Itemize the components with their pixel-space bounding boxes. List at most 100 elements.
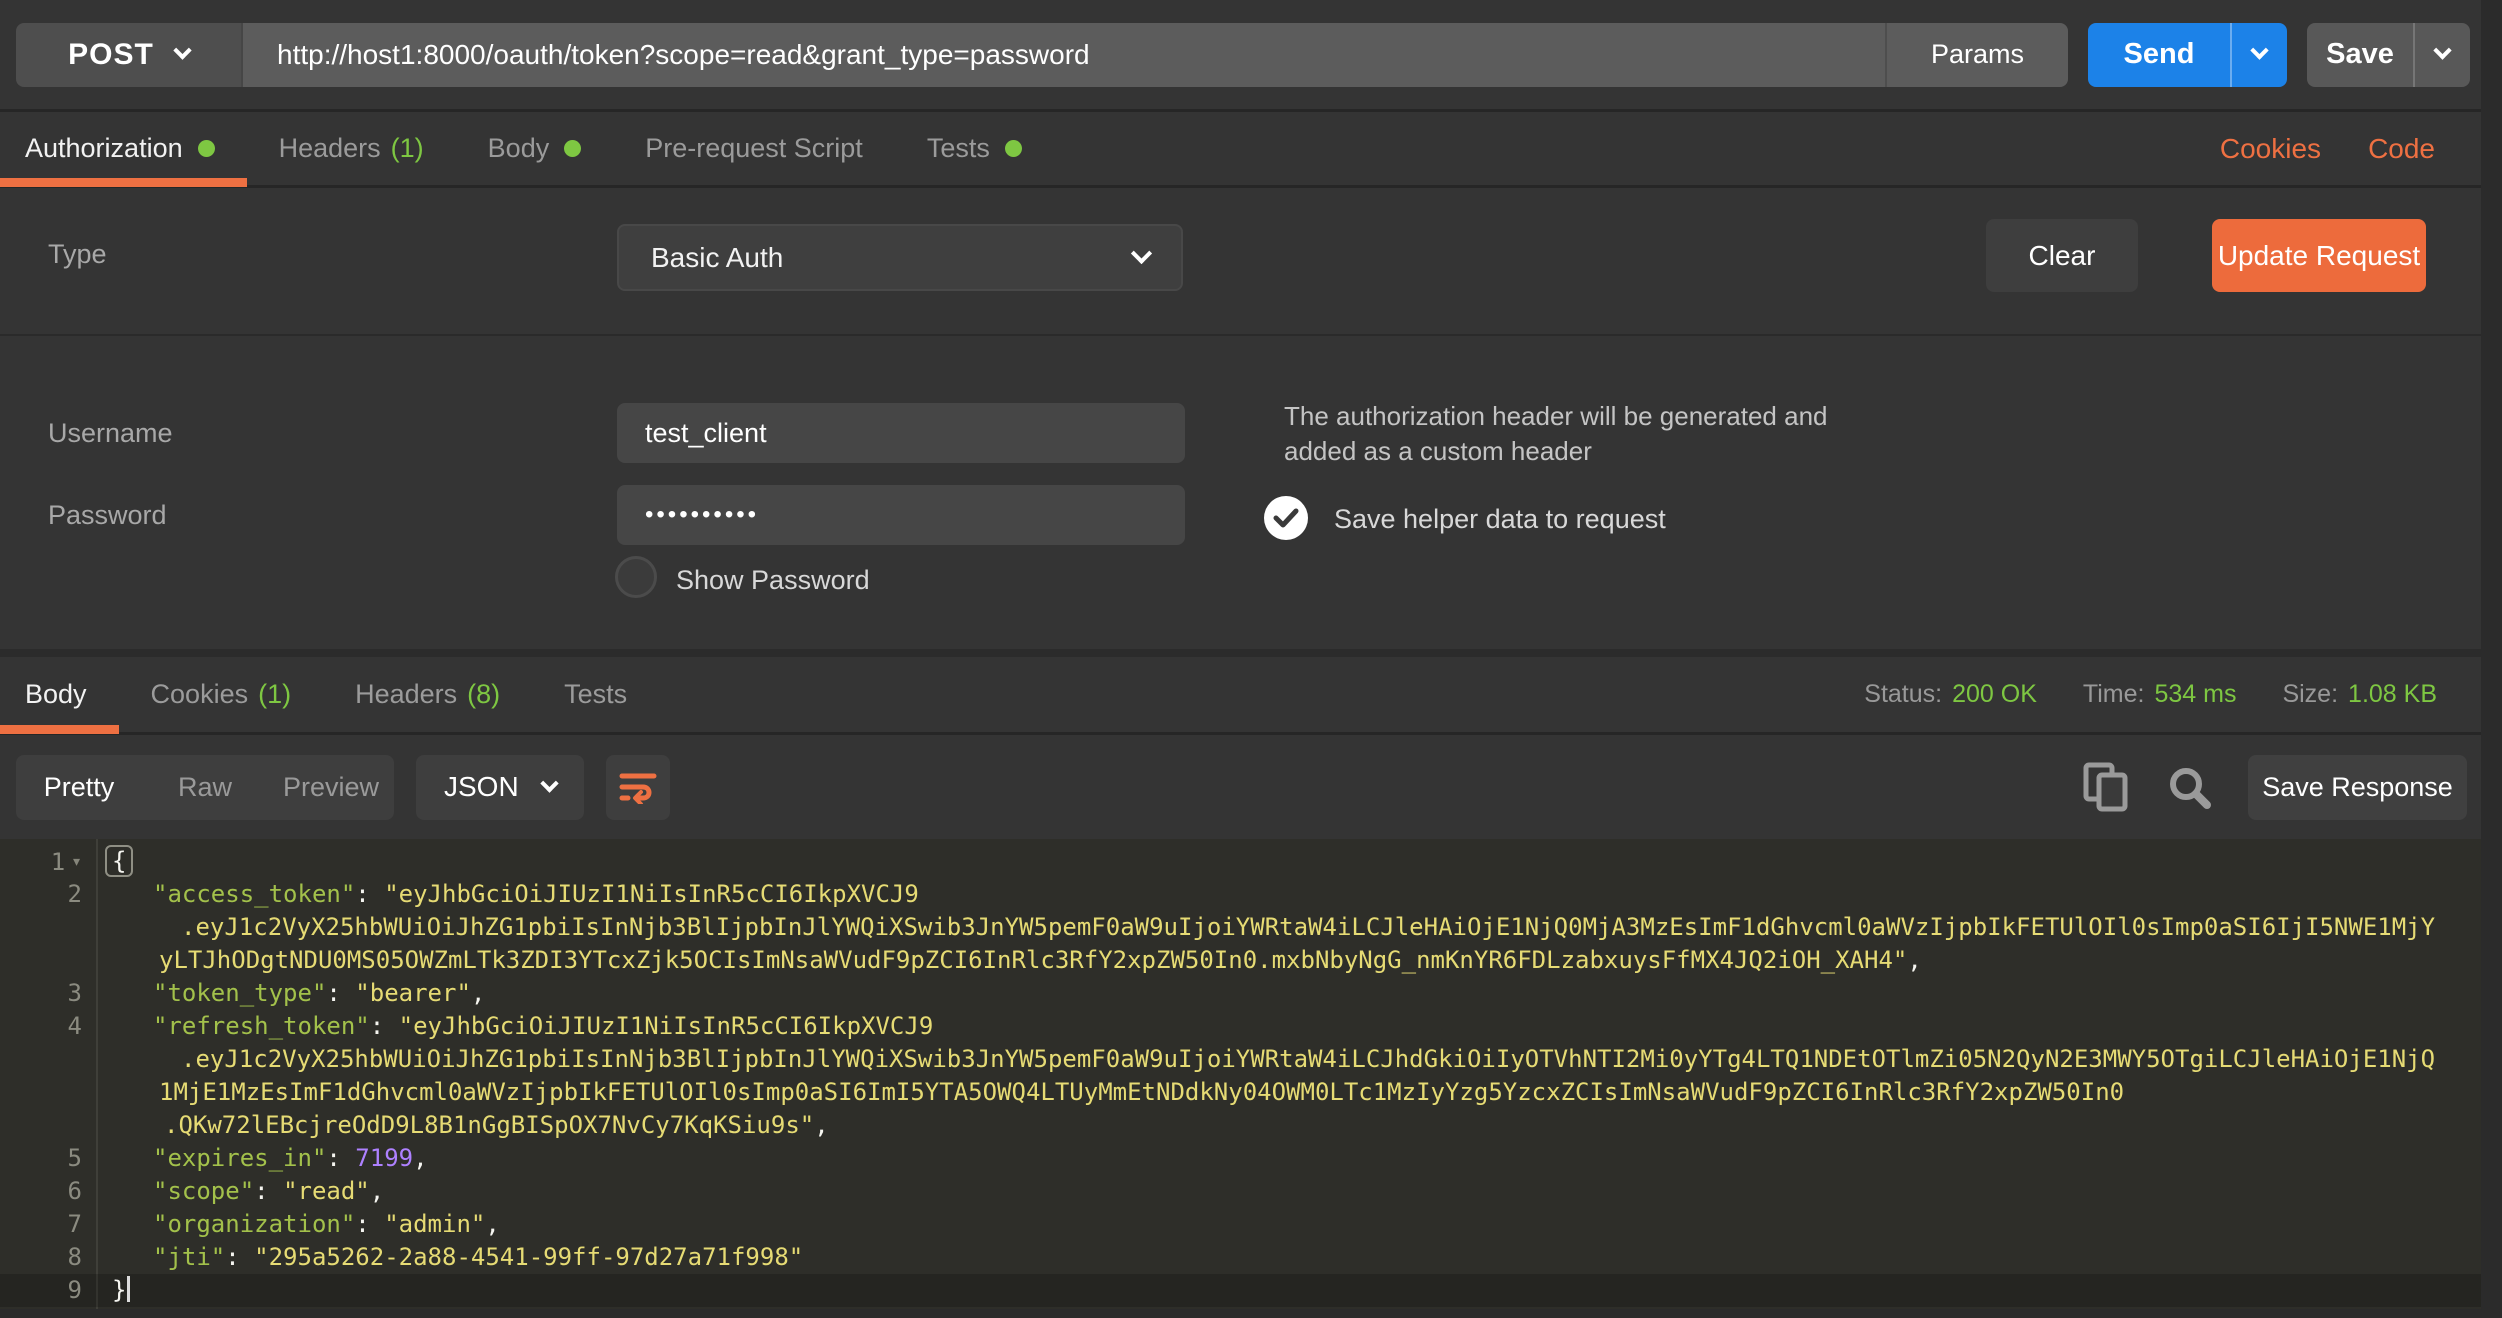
- copy-button[interactable]: [2082, 761, 2130, 813]
- code-token-str: .eyJ1c2VyX25hbWUiOiJhZG1pbiIsInNjb3BlIjp…: [181, 913, 2435, 941]
- view-mode-pretty[interactable]: Pretty: [16, 755, 142, 820]
- code-token-punct: }: [112, 1276, 126, 1304]
- code-line: 5"expires_in": 7199,: [0, 1142, 2481, 1175]
- format-dropdown[interactable]: JSON: [416, 755, 584, 820]
- view-mode-preview[interactable]: Preview: [268, 755, 394, 820]
- code-line-content: {: [96, 845, 2481, 878]
- line-number: 4: [0, 1010, 96, 1043]
- save-options-button[interactable]: [2413, 23, 2470, 87]
- update-request-button[interactable]: Update Request: [2212, 219, 2426, 292]
- response-tab-body[interactable]: Body: [0, 657, 119, 732]
- send-button[interactable]: Send: [2088, 23, 2230, 87]
- code-line: 3"token_type": "bearer",: [0, 977, 2481, 1010]
- response-body-json[interactable]: 1▾{2"access_token": "eyJhbGciOiJIUzI1NiI…: [0, 839, 2481, 1309]
- code-link[interactable]: Code: [2368, 133, 2435, 165]
- tab-authorization[interactable]: Authorization: [0, 112, 247, 185]
- green-status-dot: [564, 140, 581, 157]
- text-wrap-icon: [619, 770, 657, 804]
- code-token-brace: {: [105, 845, 133, 877]
- status-item-status: Status:200 OK: [1864, 680, 2037, 709]
- format-value: JSON: [444, 771, 519, 803]
- auth-helper-note-line2: added as a custom header: [1284, 434, 1828, 469]
- code-token-punct: ,: [814, 1111, 828, 1139]
- save-split-button: Save: [2307, 23, 2470, 87]
- tab-body-label: Body: [488, 133, 550, 164]
- check-icon: [1273, 507, 1299, 529]
- view-mode-group: PrettyRawPreview: [16, 755, 394, 820]
- code-token-key: "access_token": [153, 880, 355, 908]
- save-button[interactable]: Save: [2307, 23, 2413, 87]
- code-token-str: yLTJhODgtNDU0MS05OWZmLTk3ZDI3YTcxZjk5OCI…: [159, 946, 1907, 974]
- response-tab-cookies-label: Cookies: [151, 679, 249, 710]
- tab-pre-request-script-label: Pre-request Script: [645, 133, 863, 164]
- request-url-bar: POST Params Send Save: [0, 0, 2481, 112]
- wrap-text-button[interactable]: [606, 755, 670, 820]
- code-line-content: "organization": "admin",: [96, 1208, 2481, 1241]
- response-toolbar-right: Save Response: [2082, 755, 2481, 820]
- tab-count-badge: (1): [391, 133, 424, 164]
- code-line: 1MjE1MzEsImF1dGhvcml0aWVzIjpbIkFETUlOIl0…: [0, 1076, 2481, 1109]
- code-token-punct: :: [370, 1012, 399, 1040]
- auth-type-select[interactable]: Basic Auth: [617, 224, 1183, 291]
- code-token-key: "expires_in": [153, 1144, 326, 1172]
- username-label: Username: [48, 418, 173, 449]
- code-line-content: "scope": "read",: [96, 1175, 2481, 1208]
- tab-headers[interactable]: Headers(1): [247, 112, 456, 185]
- status-item-size: Size:1.08 KB: [2282, 680, 2437, 709]
- code-token-key: "refresh_token": [153, 1012, 370, 1040]
- method-dropdown[interactable]: POST: [16, 23, 241, 87]
- save-helper-checkbox[interactable]: [1264, 496, 1308, 540]
- auth-helper-note: The authorization header will be generat…: [1284, 399, 1828, 469]
- line-number: [0, 944, 96, 977]
- code-line: yLTJhODgtNDU0MS05OWZmLTk3ZDI3YTcxZjk5OCI…: [0, 944, 2481, 977]
- code-token-str: "bearer": [355, 979, 471, 1007]
- fold-caret-icon[interactable]: ▾: [71, 851, 82, 872]
- code-token-str: "eyJhbGciOiJIUzI1NiIsInR5cCI6IkpXVCJ9: [384, 880, 919, 908]
- code-line-content: yLTJhODgtNDU0MS05OWZmLTk3ZDI3YTcxZjk5OCI…: [96, 944, 2481, 977]
- code-line-content: "access_token": "eyJhbGciOiJIUzI1NiIsInR…: [96, 878, 2481, 911]
- username-input[interactable]: test_client: [617, 403, 1185, 463]
- code-token-str: "eyJhbGciOiJIUzI1NiIsInR5cCI6IkpXVCJ9: [399, 1012, 934, 1040]
- tab-body[interactable]: Body: [456, 112, 614, 185]
- send-options-button[interactable]: [2230, 23, 2287, 87]
- code-line: 2 "access_token": "eyJhbGciOiJIUzI1NiIsIn…: [0, 878, 2481, 911]
- response-tab-headers[interactable]: Headers(8): [323, 657, 532, 732]
- status-item-value: 534 ms: [2154, 680, 2236, 709]
- line-number-text: 2: [68, 880, 82, 908]
- tab-count-badge: (1): [258, 679, 291, 710]
- code-token-key: "token_type": [153, 979, 326, 1007]
- chevron-down-icon: [2433, 41, 2451, 59]
- code-token-punct: :: [355, 1210, 384, 1238]
- response-tabs: Body Cookies (1) Headers(8)Tests Status:200…: [0, 657, 2481, 735]
- status-item-value: 1.08 KB: [2348, 680, 2437, 709]
- tab-tests[interactable]: Tests: [895, 112, 1054, 185]
- request-tabs-links: Cookies Code: [2220, 112, 2481, 185]
- params-button[interactable]: Params: [1885, 23, 2068, 87]
- clear-button[interactable]: Clear: [1986, 219, 2138, 292]
- copy-icon: [2082, 761, 2130, 813]
- response-tab-tests[interactable]: Tests: [532, 657, 659, 732]
- tab-pre-request-script[interactable]: Pre-request Script: [613, 112, 895, 185]
- response-tabs-list: Body Cookies (1) Headers(8)Tests: [0, 657, 659, 732]
- password-input[interactable]: ••••••••••: [617, 485, 1185, 545]
- code-token-str: "295a5262-2a88-4541-99ff-97d27a71f998": [254, 1243, 803, 1271]
- code-line-content: .eyJ1c2VyX25hbWUiOiJhZG1pbiIsInNjb3BlIjp…: [96, 911, 2481, 944]
- search-button[interactable]: [2166, 764, 2212, 810]
- line-number: [0, 911, 96, 944]
- line-number: 9: [0, 1274, 96, 1307]
- code-line: .eyJ1c2VyX25hbWUiOiJhZG1pbiIsInNjb3BlIjp…: [0, 911, 2481, 944]
- line-number: 8: [0, 1241, 96, 1274]
- url-input[interactable]: [243, 39, 1885, 71]
- chevron-down-icon: [1131, 243, 1152, 264]
- cookies-link[interactable]: Cookies: [2220, 133, 2321, 165]
- code-token-str: 1MjE1MzEsImF1dGhvcml0aWVzIjpbIkFETUlOIl0…: [159, 1078, 2124, 1106]
- code-token-punct: ,: [1907, 946, 1921, 974]
- show-password-radio[interactable]: [615, 556, 657, 598]
- code-token-num: 7199: [355, 1144, 413, 1172]
- save-response-button[interactable]: Save Response: [2248, 755, 2467, 820]
- request-tabs: AuthorizationHeaders(1) Body Pre-request S…: [0, 112, 2481, 188]
- code-token-punct: ,: [471, 979, 485, 1007]
- status-item-time: Time:534 ms: [2083, 680, 2237, 709]
- view-mode-raw[interactable]: Raw: [142, 755, 268, 820]
- response-tab-cookies[interactable]: Cookies (1): [119, 657, 324, 732]
